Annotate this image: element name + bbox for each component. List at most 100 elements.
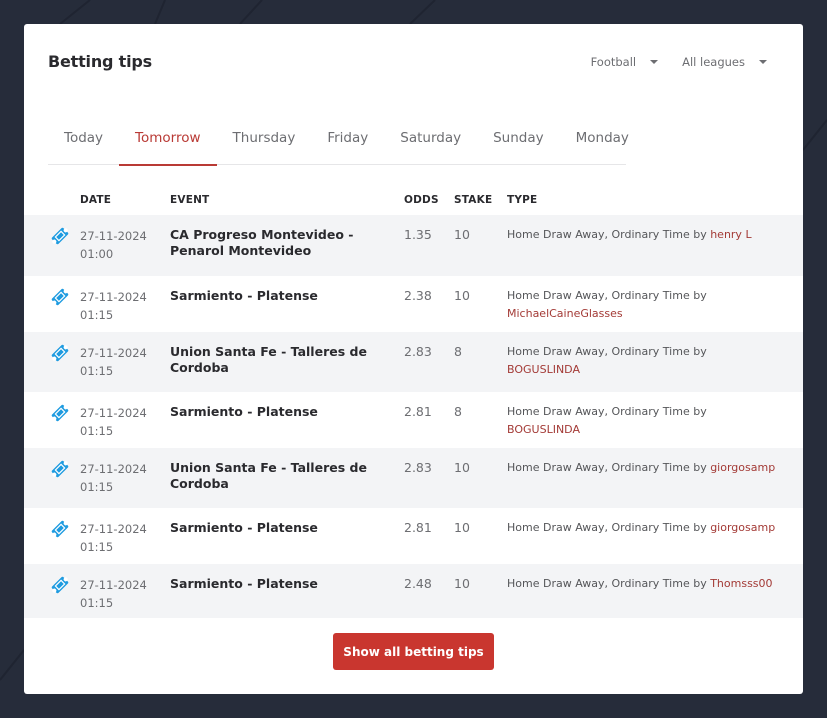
- page-title: Betting tips: [48, 52, 152, 71]
- ticket-icon: [24, 288, 80, 307]
- sport-filter-dropdown[interactable]: Football: [591, 55, 659, 69]
- tip-time: 01:00: [80, 247, 114, 261]
- tip-odds: 2.83: [404, 344, 432, 359]
- tip-time: 01:15: [80, 596, 114, 610]
- table-row[interactable]: 27-11-2024 01:15 Sarmiento - Platense 2.81 8…: [24, 392, 803, 448]
- tip-type-text: Home Draw Away, Ordinary Time by: [507, 461, 707, 474]
- tip-date: 27-11-2024: [80, 522, 147, 536]
- table-row[interactable]: 27-11-2024 01:15 Sarmiento - Platense 2.81 1…: [24, 508, 803, 564]
- ticket-icon: [24, 460, 80, 479]
- tip-datetime: 27-11-2024 01:15: [80, 288, 170, 324]
- tips-table: DATE EVENT ODDS STAKE TYPE 27-11-2024 01:…: [24, 184, 803, 618]
- tip-time: 01:15: [80, 364, 114, 378]
- tipster-link[interactable]: giorgosamp: [710, 521, 775, 534]
- tab-tomorrow[interactable]: Tomorrow: [119, 120, 217, 166]
- tip-date: 27-11-2024: [80, 462, 147, 476]
- tip-stake: 10: [454, 460, 470, 475]
- tab-sunday[interactable]: Sunday: [477, 120, 560, 165]
- tab-monday[interactable]: Monday: [560, 120, 645, 165]
- tip-odds: 2.81: [404, 520, 432, 535]
- tip-event[interactable]: Union Santa Fe - Talleres de Cordoba: [170, 344, 404, 376]
- tip-event[interactable]: Sarmiento - Platense: [170, 404, 404, 420]
- tab-saturday[interactable]: Saturday: [384, 120, 477, 165]
- chevron-down-icon: [650, 60, 659, 64]
- ticket-icon: [24, 404, 80, 423]
- tip-odds: 2.38: [404, 288, 432, 303]
- table-body: 27-11-2024 01:00 CA Progreso Montevideo - …: [24, 215, 803, 618]
- tip-type: Home Draw Away, Ordinary Time by BOGUSLI…: [507, 403, 803, 439]
- tip-type: Home Draw Away, Ordinary Time by giorgos…: [507, 459, 803, 477]
- tip-type-text: Home Draw Away, Ordinary Time by: [507, 228, 707, 241]
- tip-type-text: Home Draw Away, Ordinary Time by: [507, 405, 707, 418]
- col-stake: STAKE: [454, 193, 493, 206]
- tip-date: 27-11-2024: [80, 346, 147, 360]
- tip-date: 27-11-2024: [80, 406, 147, 420]
- tip-event[interactable]: Sarmiento - Platense: [170, 520, 404, 536]
- tipster-link[interactable]: BOGUSLINDA: [507, 423, 580, 436]
- league-filter-value: All leagues: [682, 55, 745, 69]
- tip-stake: 8: [454, 404, 462, 419]
- sport-filter-value: Football: [590, 55, 637, 69]
- tip-time: 01:15: [80, 308, 114, 322]
- tip-datetime: 27-11-2024 01:15: [80, 460, 170, 496]
- tip-event[interactable]: Sarmiento - Platense: [170, 288, 404, 304]
- tip-datetime: 27-11-2024 01:15: [80, 344, 170, 380]
- ticket-icon: [24, 576, 80, 595]
- tip-datetime: 27-11-2024 01:15: [80, 520, 170, 556]
- tipster-link[interactable]: Thomsss00: [710, 577, 772, 590]
- show-all-tips-button[interactable]: Show all betting tips: [333, 633, 494, 670]
- tipster-link[interactable]: MichaelCaineGlasses: [507, 307, 623, 320]
- tip-date: 27-11-2024: [80, 578, 147, 592]
- table-row[interactable]: 27-11-2024 01:15 Sarmiento - Platense 2.38 1…: [24, 276, 803, 332]
- league-filter-dropdown[interactable]: All leagues: [682, 55, 767, 69]
- col-odds: ODDS: [404, 193, 439, 206]
- tip-type-text: Home Draw Away, Ordinary Time by: [507, 289, 707, 302]
- tip-stake: 8: [454, 344, 462, 359]
- tip-time: 01:15: [80, 540, 114, 554]
- tip-odds: 2.81: [404, 404, 432, 419]
- tip-type-text: Home Draw Away, Ordinary Time by: [507, 345, 707, 358]
- tip-stake: 10: [454, 227, 470, 242]
- tip-stake: 10: [454, 288, 470, 303]
- filters: Football All leagues: [591, 55, 767, 69]
- table-row[interactable]: 27-11-2024 01:15 Sarmiento - Platense 2.48 1…: [24, 564, 803, 618]
- tip-datetime: 27-11-2024 01:15: [80, 576, 170, 612]
- betting-tips-card: Betting tips Football All leagues Today T…: [24, 24, 803, 694]
- tip-stake: 10: [454, 576, 470, 591]
- table-header: DATE EVENT ODDS STAKE TYPE: [24, 184, 803, 215]
- ticket-icon: [24, 520, 80, 539]
- tip-event[interactable]: Union Santa Fe - Talleres de Cordoba: [170, 460, 404, 492]
- tip-type: Home Draw Away, Ordinary Time by giorgos…: [507, 519, 803, 537]
- chevron-down-icon: [759, 60, 767, 64]
- ticket-icon: [24, 227, 80, 246]
- tip-date: 27-11-2024: [80, 229, 147, 243]
- table-row[interactable]: 27-11-2024 01:00 CA Progreso Montevideo - …: [24, 215, 803, 276]
- tab-thursday[interactable]: Thursday: [217, 120, 312, 165]
- tip-datetime: 27-11-2024 01:00: [80, 227, 170, 263]
- tip-date: 27-11-2024: [80, 290, 147, 304]
- tip-type: Home Draw Away, Ordinary Time by BOGUSLI…: [507, 343, 803, 379]
- tip-event[interactable]: CA Progreso Montevideo - Penarol Montevi…: [170, 227, 404, 259]
- tip-type-text: Home Draw Away, Ordinary Time by: [507, 577, 707, 590]
- tip-type: Home Draw Away, Ordinary Time by Michael…: [507, 287, 803, 323]
- col-type: TYPE: [507, 193, 538, 206]
- tip-type: Home Draw Away, Ordinary Time by henry L: [507, 226, 803, 244]
- col-date: DATE: [80, 193, 112, 206]
- tip-type-text: Home Draw Away, Ordinary Time by: [507, 521, 707, 534]
- tipster-link[interactable]: giorgosamp: [710, 461, 775, 474]
- tip-odds: 2.83: [404, 460, 432, 475]
- tip-odds: 2.48: [404, 576, 432, 591]
- table-row[interactable]: 27-11-2024 01:15 Union Santa Fe - Talleres…: [24, 448, 803, 508]
- tipster-link[interactable]: BOGUSLINDA: [507, 363, 580, 376]
- tip-type: Home Draw Away, Ordinary Time by Thomsss…: [507, 575, 803, 593]
- table-row[interactable]: 27-11-2024 01:15 Union Santa Fe - Talleres…: [24, 332, 803, 392]
- tipster-link[interactable]: henry L: [710, 228, 751, 241]
- tip-event[interactable]: Sarmiento - Platense: [170, 576, 404, 592]
- tip-datetime: 27-11-2024 01:15: [80, 404, 170, 440]
- day-tabs: Today Tomorrow Thursday Friday Saturday Sunda…: [48, 120, 629, 166]
- tab-friday[interactable]: Friday: [311, 120, 384, 165]
- tip-odds: 1.35: [404, 227, 432, 242]
- tip-time: 01:15: [80, 480, 114, 494]
- tip-time: 01:15: [80, 424, 114, 438]
- tab-today[interactable]: Today: [48, 120, 119, 165]
